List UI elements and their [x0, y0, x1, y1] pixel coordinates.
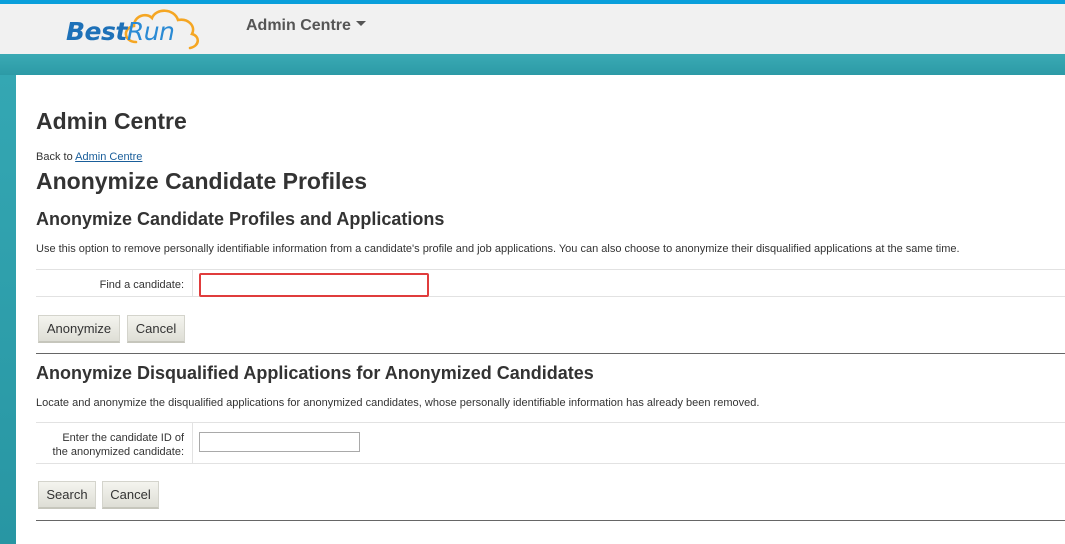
- cancel-button-section1[interactable]: Cancel: [127, 315, 185, 343]
- anonymize-button[interactable]: Anonymize: [38, 315, 120, 343]
- caret-down-icon: [355, 21, 366, 27]
- breadcrumb: Back to Admin Centre: [36, 151, 142, 164]
- page-subtitle: Anonymize Candidate Profiles: [36, 168, 368, 194]
- teal-banner: [0, 54, 1065, 75]
- back-prefix: Back to: [36, 151, 73, 163]
- section1-description: Use this option to remove personally ide…: [36, 243, 960, 255]
- section2-description: Locate and anonymize the disqualified ap…: [36, 397, 760, 409]
- back-to-admin-centre-link[interactable]: Admin Centre: [75, 151, 142, 163]
- candidate-id-row: Enter the candidate ID of the anonymized…: [36, 422, 1065, 464]
- candidate-id-label-cell: Enter the candidate ID of the anonymized…: [36, 423, 193, 463]
- admin-centre-menu[interactable]: Admin Centre: [246, 17, 366, 35]
- bottom-divider: [36, 520, 1065, 521]
- cancel-button-section2[interactable]: Cancel: [102, 481, 159, 509]
- logo-wordmark: BestRun: [66, 17, 175, 46]
- section2-title: Anonymize Disqualified Applications for …: [36, 363, 594, 383]
- admin-centre-menu-label: Admin Centre: [246, 17, 351, 34]
- find-candidate-label: Find a candidate:: [99, 279, 184, 291]
- search-button[interactable]: Search: [38, 481, 96, 509]
- bestrun-logo[interactable]: BestRun: [60, 4, 210, 54]
- candidate-id-input[interactable]: [199, 432, 360, 452]
- main-content: Admin Centre Back to Admin Centre Anonym…: [16, 75, 1065, 544]
- find-candidate-highlight: [199, 273, 429, 297]
- app-header: BestRun Admin Centre: [0, 4, 1065, 54]
- candidate-id-label-line1: Enter the candidate ID of: [62, 432, 184, 444]
- page-title: Admin Centre: [36, 108, 187, 134]
- teal-side-band: [0, 75, 16, 544]
- find-candidate-row: Find a candidate:: [36, 269, 1065, 297]
- candidate-id-label-line2: the anonymized candidate:: [52, 446, 184, 458]
- section-divider: [36, 353, 1065, 354]
- section1-title: Anonymize Candidate Profiles and Applica…: [36, 209, 445, 229]
- find-candidate-label-cell: Find a candidate:: [36, 270, 193, 296]
